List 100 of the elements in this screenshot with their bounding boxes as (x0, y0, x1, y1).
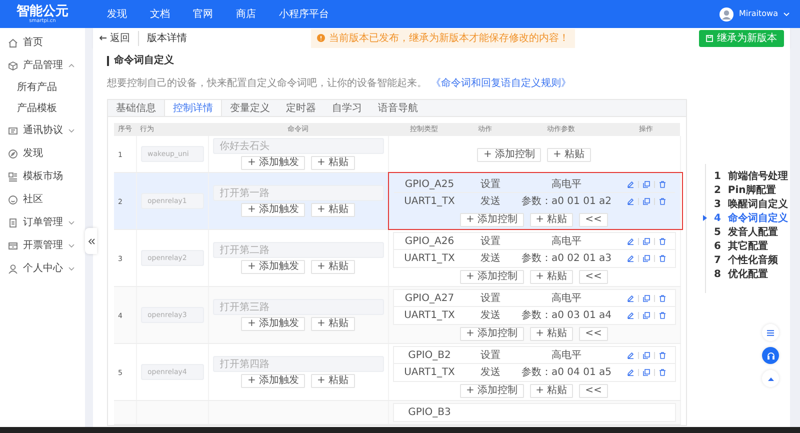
edit-icon[interactable] (626, 180, 634, 188)
delete-icon[interactable] (658, 255, 666, 262)
sidebar-item[interactable]: 订单管理 (0, 211, 85, 234)
collapse-button[interactable]: << (579, 270, 608, 284)
edit-icon[interactable] (626, 312, 634, 319)
copy-icon[interactable] (642, 255, 650, 262)
nav-link[interactable]: 小程序平台 (279, 6, 329, 22)
delete-icon[interactable] (658, 312, 666, 319)
edit-icon[interactable] (626, 198, 634, 205)
back-link[interactable]: 返回 (99, 30, 139, 46)
delete-icon[interactable] (658, 369, 666, 376)
delete-icon[interactable] (658, 294, 666, 302)
headset-icon (766, 352, 774, 360)
paste-button[interactable]: + 粘贴 (311, 203, 355, 217)
nav-link[interactable]: 文档 (150, 6, 170, 22)
control-parameter: 高电平 (550, 348, 582, 362)
delete-icon[interactable] (658, 352, 666, 358)
user-name[interactable]: Miraitowa (738, 8, 778, 20)
tab[interactable]: 定时器 (278, 100, 324, 116)
add-control-button[interactable]: + 添加控制 (460, 270, 524, 284)
paste-button[interactable]: + 粘贴 (547, 148, 591, 162)
control-action: 发送 (480, 366, 502, 380)
copy-icon[interactable] (642, 238, 650, 244)
add-control-button[interactable]: + 添加控制 (477, 148, 541, 162)
edit-icon[interactable] (626, 369, 634, 376)
delete-icon[interactable] (658, 198, 666, 205)
control-type: GPIO_A25 (404, 178, 456, 192)
nav-link[interactable]: 商店 (236, 6, 256, 22)
add-control-button[interactable]: + 添加控制 (460, 213, 524, 227)
delete-icon[interactable] (658, 238, 666, 244)
anchor-link[interactable]: 6 其它配置 (714, 240, 790, 253)
anchor-link[interactable]: 1 前端信号处理 (714, 170, 790, 183)
tab[interactable]: 语音导航 (370, 100, 426, 116)
up-arrow-icon (768, 376, 774, 380)
edit-icon[interactable] (626, 255, 634, 262)
paste-button[interactable]: + 粘贴 (530, 213, 574, 227)
sidebar-label: 发现 (23, 147, 43, 161)
collapse-button[interactable]: << (579, 327, 608, 341)
copy-icon[interactable] (642, 312, 650, 319)
add-trigger-button[interactable]: + 添加触发 (241, 203, 305, 217)
nav-link[interactable]: 发现 (107, 6, 127, 22)
add-control-button[interactable]: + 添加控制 (460, 384, 524, 398)
anchor-link[interactable]: 7 个性化音频 (714, 254, 790, 267)
control-type: UART1_TX (403, 195, 456, 209)
delete-icon[interactable] (658, 180, 666, 188)
copy-icon[interactable] (642, 352, 650, 358)
sidebar-item[interactable]: 首页 (0, 31, 85, 54)
sidebar-item[interactable]: 开票管理 (0, 234, 85, 257)
anchor-link[interactable]: 5 发音人配置 (714, 226, 790, 239)
edit-icon[interactable] (626, 352, 634, 358)
tab[interactable]: 变量定义 (222, 100, 278, 116)
add-trigger-button[interactable]: + 添加触发 (241, 317, 305, 331)
paste-button[interactable]: + 粘贴 (530, 270, 574, 284)
collapse-button[interactable]: << (579, 384, 608, 398)
sidebar-item[interactable]: 发现 (0, 142, 85, 165)
anchor-link[interactable]: 2 Pin脚配置 (714, 184, 790, 197)
copy-icon[interactable] (642, 198, 650, 205)
paste-button[interactable]: + 粘贴 (311, 374, 355, 388)
paste-button[interactable]: + 粘贴 (311, 317, 355, 331)
sidebar-item[interactable]: 社区 (0, 188, 85, 211)
nav-link[interactable]: 官网 (193, 6, 213, 22)
compass-icon (8, 148, 18, 158)
rules-link[interactable]: 《命令词和回复语自定义规则》 (431, 78, 571, 89)
add-trigger-button[interactable]: + 添加触发 (241, 260, 305, 274)
menu-button[interactable] (762, 324, 779, 341)
anchor-link[interactable]: 3 唤醒词自定义 (714, 198, 790, 211)
sidebar-item[interactable]: 通讯协议 (0, 119, 85, 142)
copy-icon[interactable] (642, 369, 650, 376)
control-type: GPIO_A26 (404, 234, 456, 248)
scroll-top-button[interactable] (762, 370, 779, 387)
tab[interactable]: 基础信息 (108, 100, 164, 116)
collapse-sidebar-button[interactable] (85, 228, 97, 254)
anchor-link[interactable]: 8 优化配置 (714, 268, 790, 281)
support-button[interactable] (762, 347, 779, 364)
sidebar-item[interactable]: 产品管理 (0, 54, 85, 77)
sidebar-label: 订单管理 (23, 216, 63, 230)
add-trigger-button[interactable]: + 添加触发 (241, 374, 305, 388)
sidebar-item[interactable]: 模板市场 (0, 165, 85, 188)
edit-icon[interactable] (626, 238, 634, 244)
paste-button[interactable]: + 粘贴 (311, 260, 355, 274)
edit-icon[interactable] (626, 294, 634, 302)
avatar-icon[interactable] (718, 6, 734, 22)
copy-icon[interactable] (642, 294, 650, 302)
control-action: 发送 (480, 252, 502, 266)
add-control-button[interactable]: + 添加控制 (460, 327, 524, 341)
anchor-link[interactable]: 4 命令词自定义 (714, 212, 790, 225)
copy-icon[interactable] (642, 180, 650, 188)
add-trigger-button[interactable]: + 添加触发 (241, 156, 305, 170)
tab[interactable]: 控制详情 (164, 100, 222, 116)
collapse-button[interactable]: << (579, 213, 608, 227)
sidebar-subitem[interactable]: 所有产品 (0, 77, 85, 98)
chevron-down-icon[interactable] (783, 12, 790, 16)
sidebar-subitem[interactable]: 产品模板 (0, 98, 85, 119)
clipboard-icon (8, 218, 18, 228)
paste-button[interactable]: + 粘贴 (530, 384, 574, 398)
sidebar-item[interactable]: 个人中心 (0, 257, 85, 280)
paste-button[interactable]: + 粘贴 (530, 327, 574, 341)
tab[interactable]: 自学习 (324, 100, 370, 116)
receipt-icon (8, 240, 18, 250)
paste-button[interactable]: + 粘贴 (311, 156, 355, 170)
